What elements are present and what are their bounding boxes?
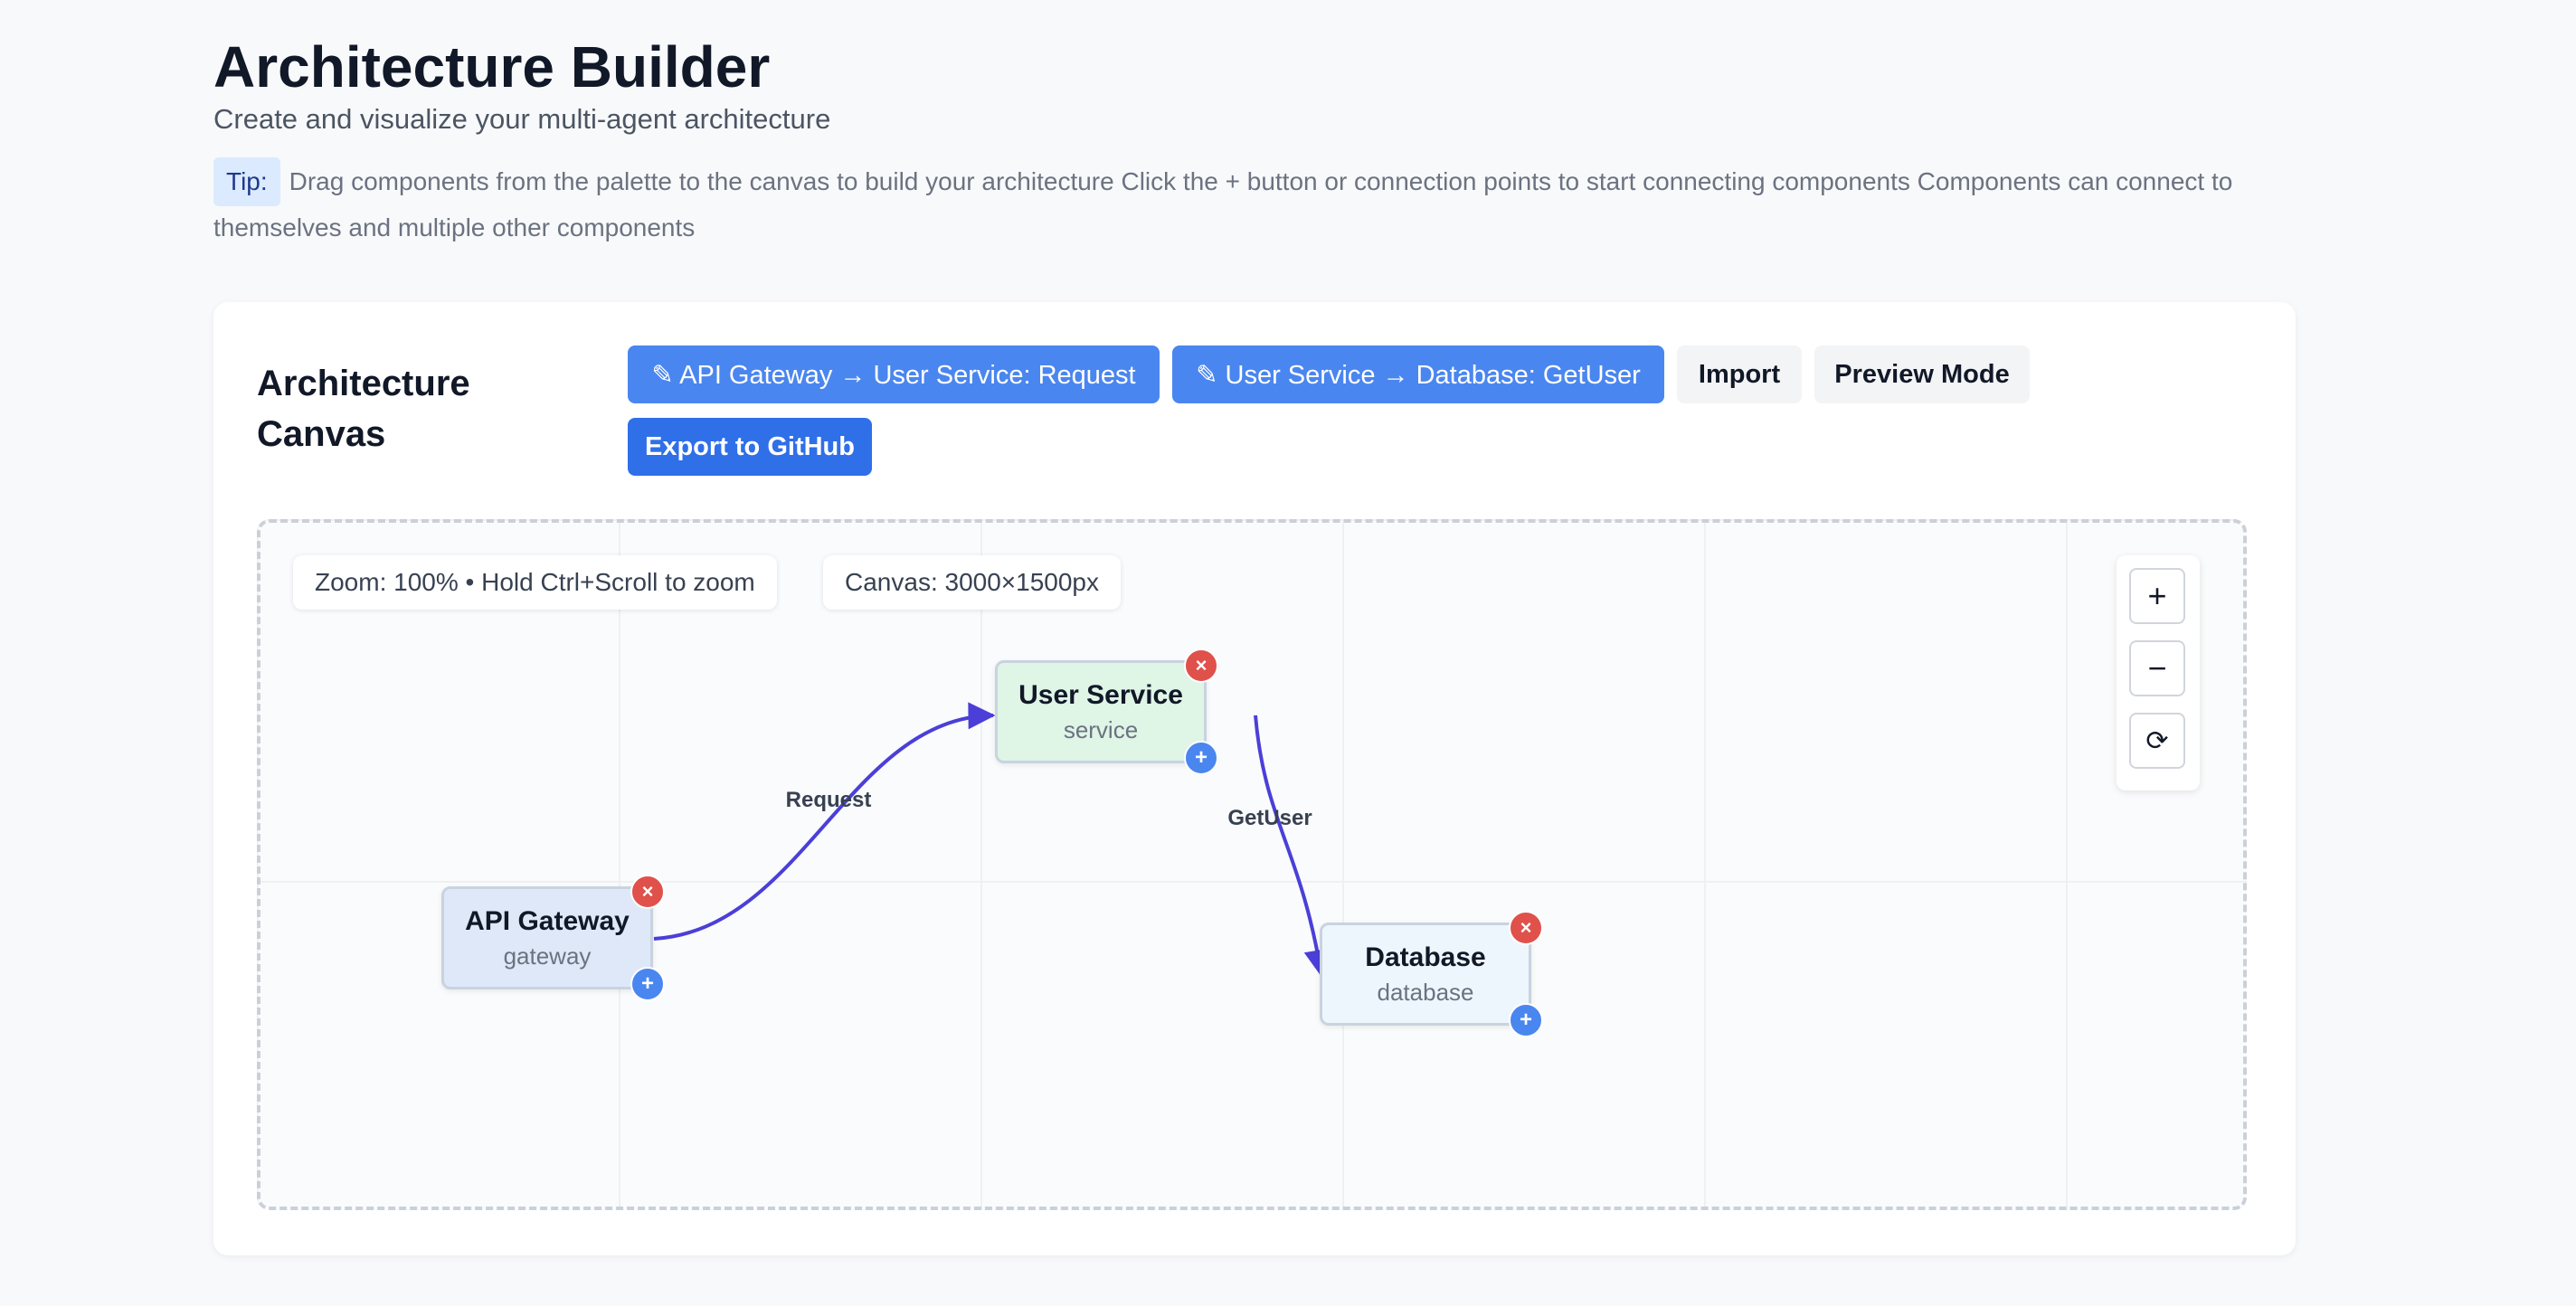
- canvas-size-info: Canvas: 3000×1500px: [823, 555, 1121, 610]
- edge-label-request: Request: [786, 788, 872, 812]
- node-type: service: [1063, 716, 1139, 743]
- node-type: gateway: [503, 942, 592, 970]
- page-subtitle: Create and visualize your multi-agent ar…: [213, 103, 831, 135]
- reset-zoom-button[interactable]: ⟳: [2129, 713, 2185, 769]
- architecture-canvas-card: Architecture Canvas ✎ API Gateway → User…: [213, 302, 2296, 1255]
- export-to-github-button[interactable]: Export to GitHub: [628, 418, 872, 476]
- node-name: User Service: [1018, 680, 1183, 710]
- connection-edge-getuser[interactable]: [1254, 715, 1331, 978]
- connection-layer: Request GetUser: [653, 702, 1331, 978]
- tip-text: Drag components from the palette to the …: [213, 167, 2233, 241]
- tip-banner: Tip: Drag components from the palette to …: [213, 157, 2294, 249]
- connection-edge-request[interactable]: [653, 702, 996, 941]
- node-type: database: [1377, 979, 1474, 1006]
- zoom-in-button[interactable]: +: [2129, 568, 2185, 624]
- delete-node-icon[interactable]: ×: [630, 875, 665, 909]
- delete-node-icon[interactable]: ×: [1184, 648, 1218, 683]
- zoom-info: Zoom: 100% • Hold Ctrl+Scroll to zoom: [293, 555, 777, 610]
- tip-badge: Tip:: [213, 157, 280, 206]
- node-database[interactable]: Database database × +: [1320, 911, 1543, 1037]
- delete-node-icon[interactable]: ×: [1509, 911, 1543, 945]
- node-api-gateway[interactable]: API Gateway gateway × +: [441, 875, 665, 1001]
- zoom-controls: + − ⟳: [2117, 555, 2200, 790]
- add-connection-icon[interactable]: +: [1184, 741, 1218, 775]
- node-user-service[interactable]: User Service service × +: [995, 648, 1218, 775]
- add-connection-icon[interactable]: +: [630, 967, 665, 1001]
- edge-label-getuser: GetUser: [1227, 806, 1312, 830]
- zoom-out-button[interactable]: −: [2129, 640, 2185, 696]
- node-name: Database: [1365, 942, 1486, 972]
- edit-connection-button-request[interactable]: ✎ API Gateway → User Service: Request: [628, 345, 1160, 403]
- page-title: Architecture Builder: [213, 34, 771, 99]
- canvas-toolbar: ✎ API Gateway → User Service: Request ✎ …: [628, 345, 2256, 481]
- canvas-title: Architecture Canvas: [257, 364, 470, 454]
- preview-mode-button[interactable]: Preview Mode: [1814, 345, 2030, 403]
- node-name: API Gateway: [465, 906, 630, 936]
- import-button[interactable]: Import: [1677, 345, 1802, 403]
- architecture-canvas[interactable]: Request GetUser Zoom: 100% • Hold Ctrl+S…: [257, 519, 2247, 1210]
- add-connection-icon[interactable]: +: [1509, 1003, 1543, 1037]
- edit-connection-button-getuser[interactable]: ✎ User Service → Database: GetUser: [1172, 345, 1664, 403]
